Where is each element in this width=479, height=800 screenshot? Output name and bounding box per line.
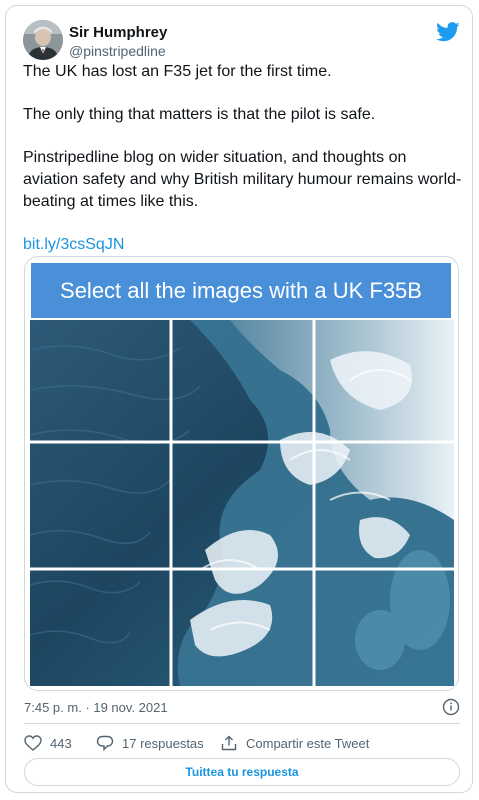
tweet-text: The UK has lost an F35 jet for the first… <box>23 61 463 256</box>
captcha-image[interactable]: Select all the images with a UK F35B <box>24 256 459 691</box>
info-icon[interactable] <box>442 698 460 716</box>
author-name[interactable]: Sir Humphrey <box>69 24 167 41</box>
tweet-line-2: The only thing that matters is that the … <box>23 106 376 123</box>
reply-bubble-icon <box>96 735 114 751</box>
captcha-tile <box>315 443 454 568</box>
tweet-line-1: The UK has lost an F35 jet for the first… <box>23 63 332 80</box>
twitter-bird-icon[interactable] <box>436 22 460 42</box>
share-label: Compartir este Tweet <box>246 735 370 751</box>
tweet-link[interactable]: bit.ly/3csSqJN <box>23 236 124 253</box>
captcha-tile <box>172 570 313 686</box>
reply-action[interactable]: 17 respuestas <box>96 732 204 754</box>
captcha-tile <box>172 443 313 568</box>
captcha-tile <box>315 570 454 686</box>
heart-icon <box>24 735 42 751</box>
avatar-photo <box>23 20 63 60</box>
captcha-prompt: Select all the images with a UK F35B <box>31 263 451 318</box>
tweet-line-3: Pinstripedline blog on wider situation, … <box>23 149 462 210</box>
share-icon <box>221 735 237 751</box>
tweet-card: Sir Humphrey @pinstripedline The UK has … <box>5 5 473 793</box>
captcha-tile <box>30 443 170 568</box>
tweet-timestamp[interactable]: 7:45 p. m. · 19 nov. 2021 <box>24 700 168 715</box>
author-handle[interactable]: @pinstripedline <box>69 43 166 59</box>
reply-button[interactable]: Tuittea tu respuesta <box>24 758 460 786</box>
captcha-tile <box>30 570 170 686</box>
divider <box>24 723 460 724</box>
tweet-actions: 443 17 respuestas Compartir este Tweet <box>24 732 464 754</box>
captcha-tile <box>30 320 170 441</box>
like-count: 443 <box>50 735 72 751</box>
reply-count: 17 respuestas <box>122 735 204 751</box>
avatar[interactable] <box>23 20 63 60</box>
captcha-grid <box>30 320 454 686</box>
captcha-tile <box>172 320 313 441</box>
share-action[interactable]: Compartir este Tweet <box>220 732 369 754</box>
like-action[interactable]: 443 <box>24 732 72 754</box>
ocean-waves-image <box>30 320 454 686</box>
captcha-tile <box>315 320 454 441</box>
